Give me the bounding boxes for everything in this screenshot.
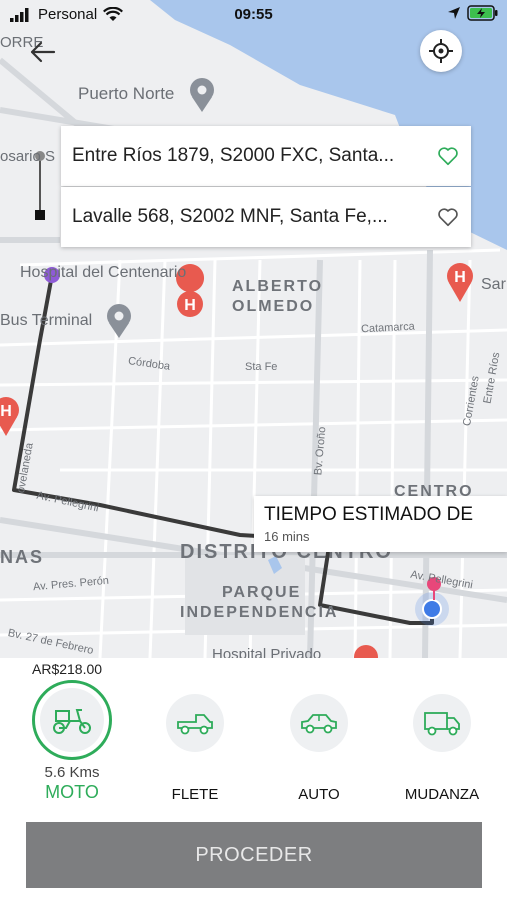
destination-address-field[interactable]: Lavalle 568, S2002 MNF, Santa Fe,... — [61, 187, 471, 247]
vehicle-option-auto[interactable]: AUTO — [264, 680, 374, 803]
eta-duration: 16 mins — [264, 529, 310, 544]
favorite-heart-icon[interactable] — [437, 145, 459, 167]
vehicle-icon-circle — [290, 694, 348, 752]
svg-text:H: H — [184, 297, 196, 314]
origin-address-text: Entre Ríos 1879, S2000 FXC, Santa... — [72, 145, 395, 166]
map-label-sar: Sar — [481, 276, 506, 293]
map-label-olmedo: OLMEDO — [232, 298, 315, 315]
svg-text:H: H — [454, 269, 466, 286]
map-label-alberto: ALBERTO — [232, 278, 324, 295]
vehicle-label: AUTO — [298, 786, 340, 803]
svg-text:H: H — [0, 403, 12, 420]
vehicle-option-moto[interactable]: 5.6 Kms MOTO — [17, 680, 127, 803]
map-label-bus-terminal: Bus Terminal — [0, 312, 93, 329]
status-bar: Personal 09:55 — [0, 0, 507, 30]
map-label-puerto-norte: Puerto Norte — [78, 84, 175, 103]
favorite-heart-icon[interactable] — [437, 206, 459, 228]
vehicle-icon-circle — [166, 694, 224, 752]
vehicle-selection-sheet: AR$218.00 5.6 Kms MOTO FLETE AUTO MUDANZ… — [0, 658, 507, 900]
locate-me-button[interactable] — [420, 30, 462, 72]
map-label-independencia: INDEPENDENCIA — [180, 604, 339, 621]
status-time: 09:55 — [234, 6, 273, 23]
map-label-sta-fe: Sta Fe — [245, 361, 278, 373]
battery-icon — [467, 5, 498, 21]
vehicle-option-flete[interactable]: FLETE — [140, 680, 250, 803]
pickup-truck-icon — [177, 714, 213, 735]
scooter-icon — [53, 709, 91, 734]
vehicle-icon-circle — [413, 694, 471, 752]
proceed-button[interactable]: PROCEDER — [26, 822, 482, 888]
map-label-nas: NAS — [0, 547, 45, 567]
location-arrow-icon — [448, 7, 460, 19]
car-icon — [301, 714, 337, 734]
destination-address-text: Lavalle 568, S2002 MNF, Santa Fe,... — [72, 206, 388, 227]
price-label: AR$218.00 — [32, 661, 103, 677]
crosshair-icon — [429, 39, 453, 63]
vehicle-label: MUDANZA — [404, 786, 480, 803]
moving-truck-icon — [424, 712, 460, 736]
map-label-rosario: osario S — [0, 148, 56, 165]
map-label-hospital-privado: Hospital Privado — [212, 646, 322, 658]
vehicle-selected-ring — [32, 680, 112, 760]
eta-title: TIEMPO ESTIMADO DE — [264, 504, 474, 525]
vehicle-label: FLETE — [171, 786, 219, 803]
map-view[interactable]: H H H ORRE Puerto Norte osario S Hospita… — [0, 0, 507, 658]
map-label-hospital-centenario: Hospital del Centenario — [20, 264, 187, 281]
vehicle-distance: 5.6 Kms — [44, 764, 100, 781]
back-arrow-icon[interactable] — [28, 38, 60, 66]
vehicle-label: MOTO — [45, 782, 99, 802]
vehicle-option-mudanza[interactable]: MUDANZA — [387, 680, 497, 803]
map-label-parque: PARQUE — [222, 584, 302, 601]
origin-address-field[interactable]: Entre Ríos 1879, S2000 FXC, Santa... — [61, 126, 471, 186]
eta-tooltip: TIEMPO ESTIMADO DE 16 mins — [254, 496, 507, 552]
